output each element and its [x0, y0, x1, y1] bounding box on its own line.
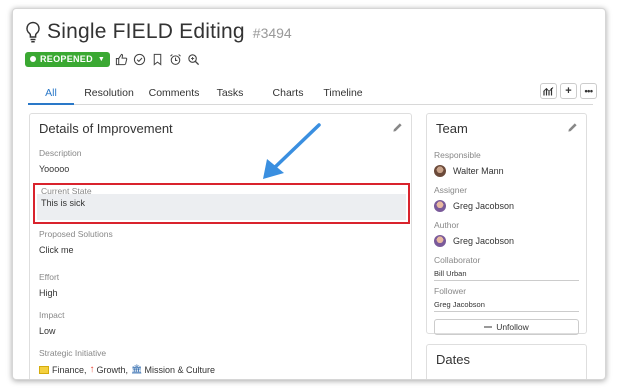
follower-label: Follower	[434, 286, 467, 296]
initiative-mission: Mission & Culture	[144, 364, 216, 375]
tab-all[interactable]: All	[28, 85, 74, 105]
tab-timeline[interactable]: Timeline	[318, 85, 368, 105]
add-button[interactable]: +	[560, 83, 577, 99]
description-value: Yooooo	[39, 164, 70, 174]
current-state-highlight: Current State This is sick	[33, 183, 410, 224]
collaborator-name: Bill Urban	[434, 269, 579, 281]
pencil-icon[interactable]	[567, 122, 578, 133]
proposed-solutions-value: Click me	[39, 245, 74, 255]
responsible-name: Walter Mann	[453, 166, 504, 176]
bank-icon: 🏛	[131, 364, 143, 374]
author-name: Greg Jacobson	[453, 236, 515, 246]
lightbulb-icon	[26, 21, 40, 43]
current-state-value: This is sick	[41, 198, 86, 208]
author-label: Author	[434, 220, 460, 230]
effort-field[interactable]: Effort High	[39, 272, 59, 298]
assigner-field[interactable]: Assigner Greg Jacobson	[434, 185, 579, 212]
assigner-label: Assigner	[434, 185, 468, 195]
annotation-arrow-icon	[263, 123, 321, 179]
tab-actions: + •••	[537, 83, 597, 99]
status-dropdown[interactable]: REOPENED ▼	[25, 51, 111, 67]
pencil-icon[interactable]	[392, 122, 403, 133]
responsible-label: Responsible	[434, 150, 481, 160]
tab-resolution[interactable]: Resolution	[84, 85, 134, 105]
zoom-icon[interactable]	[187, 53, 200, 66]
more-icon: •••	[584, 86, 593, 96]
impact-field[interactable]: Impact Low	[39, 310, 65, 336]
dates-panel: Dates	[426, 344, 587, 379]
follower-name: Greg Jacobson	[434, 300, 579, 312]
dates-title: Dates	[436, 352, 470, 367]
minus-icon	[484, 326, 493, 328]
chart-button[interactable]	[540, 83, 557, 99]
more-button[interactable]: •••	[580, 83, 597, 99]
initiative-finance: Finance,	[52, 364, 87, 375]
initiative-growth: Growth,	[96, 364, 129, 375]
proposed-solutions-field[interactable]: Proposed Solutions Click me	[39, 229, 113, 255]
app-window: Single FIELD Editing #3494 REOPENED ▼ Al…	[12, 8, 606, 380]
author-field[interactable]: Author Greg Jacobson	[434, 220, 579, 247]
strategic-initiative-values: Finance, ↑ Growth, 🏛 Mission & Culture	[39, 364, 215, 375]
avatar	[434, 200, 446, 212]
check-circle-icon[interactable]	[133, 53, 146, 66]
folder-icon	[39, 365, 49, 374]
page-title: Single FIELD Editing	[47, 20, 245, 43]
alarm-icon[interactable]	[169, 53, 182, 66]
team-panel: Team Responsible Walter Mann Assigner Gr…	[426, 113, 587, 335]
issue-id: #3494	[252, 25, 292, 41]
bookmark-icon[interactable]	[151, 53, 164, 66]
impact-value: Low	[39, 326, 56, 336]
assigner-name: Greg Jacobson	[453, 201, 515, 211]
plus-icon: +	[565, 85, 572, 97]
avatar	[434, 165, 446, 177]
impact-label: Impact	[39, 310, 65, 320]
page-header: Single FIELD Editing #3494 REOPENED ▼	[25, 19, 593, 68]
avatar	[434, 235, 446, 247]
details-title: Details of Improvement	[39, 121, 173, 136]
tab-comments[interactable]: Comments	[148, 85, 200, 105]
tab-tasks[interactable]: Tasks	[210, 85, 250, 105]
strategic-initiative-field[interactable]: Strategic Initiative Finance, ↑ Growth, …	[39, 348, 215, 375]
details-panel: Details of Improvement Description Yoooo…	[29, 113, 412, 379]
proposed-solutions-label: Proposed Solutions	[39, 229, 113, 239]
chart-icon	[543, 87, 554, 96]
arrow-up-icon: ↑	[89, 364, 95, 375]
like-icon[interactable]	[115, 53, 128, 66]
follower-field[interactable]: Follower Greg Jacobson	[434, 286, 579, 312]
status-label: REOPENED	[40, 54, 93, 64]
chevron-down-icon: ▼	[97, 55, 106, 63]
collaborator-field[interactable]: Collaborator Bill Urban	[434, 255, 579, 281]
current-state-label: Current State	[41, 186, 92, 196]
effort-value: High	[39, 288, 58, 298]
collaborator-label: Collaborator	[434, 255, 481, 265]
responsible-field[interactable]: Responsible Walter Mann	[434, 150, 579, 177]
tab-charts[interactable]: Charts	[268, 85, 308, 105]
status-dot-icon	[30, 56, 36, 62]
unfollow-label: Unfollow	[496, 322, 529, 332]
strategic-initiative-label: Strategic Initiative	[39, 348, 107, 358]
current-state-field[interactable]: Current State This is sick	[37, 186, 406, 220]
team-title: Team	[436, 121, 468, 136]
effort-label: Effort	[39, 272, 60, 282]
tab-bar: All Resolution Comments Tasks Charts Tim…	[28, 85, 593, 105]
description-field[interactable]: Description Yooooo	[39, 148, 82, 174]
unfollow-button[interactable]: Unfollow	[434, 319, 579, 335]
description-label: Description	[39, 148, 82, 158]
